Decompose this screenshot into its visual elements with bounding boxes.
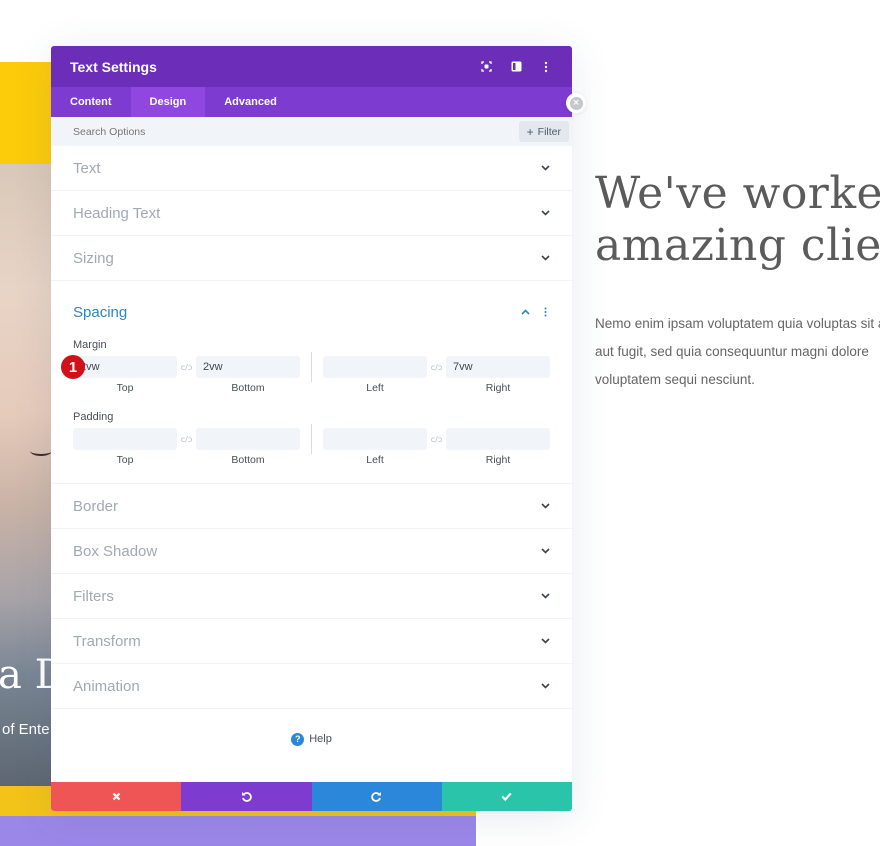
tab-design[interactable]: Design [130, 87, 206, 117]
save-button[interactable] [441, 782, 572, 811]
section-label: Border [73, 497, 119, 515]
redo-icon [371, 792, 382, 802]
help-icon: ? [291, 732, 305, 746]
divider [311, 352, 312, 382]
chevron-down-icon[interactable] [540, 591, 550, 601]
close-circle-icon: × [569, 96, 583, 110]
link-icon[interactable]: c/ↄ [427, 435, 446, 444]
filter-label: Filter [537, 125, 561, 138]
search-options-input[interactable] [73, 125, 519, 138]
section-sizing[interactable]: Sizing [51, 236, 572, 281]
body-line: voluptatem sequi nesciunt. [595, 372, 755, 387]
margin-left-input[interactable] [323, 356, 427, 378]
cancel-button[interactable] [51, 782, 182, 811]
text-settings-modal: Text Settings Content Design Advanced + … [51, 46, 572, 811]
help-link[interactable]: ? Help [51, 709, 572, 769]
section-body-text: Nemo enim ipsam voluptatem quia voluptas… [595, 310, 880, 394]
section-heading-line: amazing clien [595, 220, 880, 271]
right-label: Right [485, 382, 511, 394]
padding-fields: c/ↄ c/ↄ [73, 424, 550, 454]
margin-top-input[interactable]: 2vw [73, 356, 177, 378]
tab-advanced[interactable]: Advanced [205, 87, 296, 117]
section-label: Box Shadow [73, 542, 158, 560]
padding-left-input[interactable] [323, 428, 427, 450]
search-bar: + Filter [51, 117, 572, 146]
margin-right-input[interactable]: 7vw [446, 356, 550, 378]
focus-icon[interactable] [479, 60, 493, 74]
redo-button[interactable] [311, 782, 442, 811]
section-label: Text [73, 159, 101, 177]
padding-right-input[interactable] [446, 428, 550, 450]
modal-tabs: Content Design Advanced [51, 87, 572, 117]
close-icon [112, 792, 120, 801]
undo-icon [241, 792, 252, 802]
section-text[interactable]: Text [51, 146, 572, 191]
chevron-up-icon[interactable] [520, 307, 530, 317]
padding-top-input[interactable] [73, 428, 177, 450]
more-vertical-icon[interactable] [540, 307, 550, 317]
section-animation[interactable]: Animation [51, 664, 572, 709]
background-yellow-block [0, 62, 52, 164]
section-heading: We've worked amazing clien [595, 168, 880, 272]
section-label: Filters [73, 587, 114, 605]
spacing-header[interactable]: Spacing [73, 281, 550, 339]
padding-bottom-input[interactable] [196, 428, 300, 450]
section-heading-text[interactable]: Heading Text [51, 191, 572, 236]
link-icon[interactable]: c/ↄ [177, 435, 196, 444]
photo-eye-detail [30, 446, 52, 456]
margin-bottom-input[interactable]: 2vw [196, 356, 300, 378]
top-label: Top [116, 382, 134, 394]
section-heading-line: We've worked [595, 168, 880, 219]
section-label: Sizing [73, 249, 114, 267]
tab-content[interactable]: Content [51, 87, 131, 117]
chevron-down-icon[interactable] [540, 636, 550, 646]
modal-title: Text Settings [70, 58, 157, 75]
chevron-down-icon[interactable] [540, 681, 550, 691]
section-box-shadow[interactable]: Box Shadow [51, 529, 572, 574]
background-purple-strip [0, 816, 476, 846]
bottom-label: Bottom [231, 382, 265, 394]
section-label: Heading Text [73, 204, 161, 222]
right-label: Right [485, 454, 511, 466]
section-label: Transform [73, 632, 141, 650]
divider [311, 424, 312, 454]
bottom-label: Bottom [231, 454, 265, 466]
more-vertical-icon[interactable] [539, 60, 553, 74]
body-line: Nemo enim ipsam voluptatem quia voluptas… [595, 316, 880, 331]
section-spacing: Spacing Margin 1 2vw c/ↄ 2vw c/ↄ 7vw Top [51, 281, 572, 484]
modal-footer [51, 782, 572, 811]
split-view-icon[interactable] [509, 60, 523, 74]
chevron-down-icon[interactable] [540, 163, 550, 173]
undo-button[interactable] [181, 782, 312, 811]
chevron-down-icon[interactable] [540, 208, 550, 218]
spacing-title: Spacing [73, 303, 128, 321]
module-close-button[interactable]: × [566, 93, 586, 113]
top-label: Top [116, 454, 134, 466]
link-icon[interactable]: c/ↄ [427, 363, 446, 372]
section-filters[interactable]: Filters [51, 574, 572, 619]
left-label: Left [366, 454, 384, 466]
modal-header: Text Settings [51, 46, 572, 87]
chevron-down-icon[interactable] [540, 253, 550, 263]
section-transform[interactable]: Transform [51, 619, 572, 664]
left-label: Left [366, 382, 384, 394]
link-icon[interactable]: c/ↄ [177, 363, 196, 372]
body-line: aut fugit, sed quia consequuntur magni d… [595, 344, 869, 359]
step-badge: 1 [61, 355, 85, 379]
page: a D of Ente We've worked amazing clien N… [0, 0, 880, 846]
check-icon [501, 792, 512, 801]
chevron-down-icon[interactable] [540, 546, 550, 556]
help-label: Help [309, 733, 332, 745]
hero-subtitle-fragment: of Ente [2, 721, 50, 738]
plus-icon: + [526, 124, 534, 139]
chevron-down-icon[interactable] [540, 501, 550, 511]
section-border[interactable]: Border [51, 484, 572, 529]
filter-button[interactable]: + Filter [518, 121, 569, 142]
margin-fields: 1 2vw c/ↄ 2vw c/ↄ 7vw [61, 352, 550, 382]
section-label: Animation [73, 677, 140, 695]
